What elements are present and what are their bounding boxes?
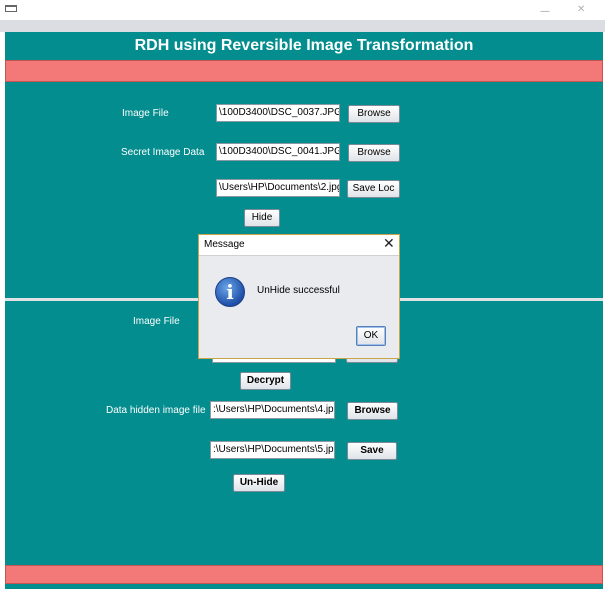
information-icon: i [215,277,245,307]
dialog-title: Message [204,239,245,250]
app-window-icon [5,5,17,12]
image-file-label: Image File [122,108,169,119]
message-dialog: Message ✕ i UnHide successful OK [198,234,400,359]
hide-button[interactable]: Hide [244,209,280,227]
image-file-field[interactable]: \100D3400\DSC_0037.JPG [216,104,340,122]
menu-strip [0,20,605,32]
data-hidden-image-label: Data hidden image file [106,405,206,416]
secret-browse-button[interactable]: Browse [348,144,400,162]
image-browse-button[interactable]: Browse [348,105,400,123]
save-location-field[interactable]: \Users\HP\Documents\2.jpg [216,179,340,197]
dialog-close-icon[interactable]: ✕ [383,236,395,252]
close-icon[interactable]: ✕ [577,4,585,15]
secret-image-label: Secret Image Data [121,147,205,158]
unhide-button[interactable]: Un-Hide [233,474,285,492]
bottom-banner [5,565,603,584]
decrypt-button[interactable]: Decrypt [240,372,291,390]
data-hidden-image-field[interactable]: :\Users\HP\Documents\4.jpg [210,401,335,419]
dialog-message: UnHide successful [257,285,340,296]
dialog-titlebar: Message ✕ [199,235,399,256]
window-titlebar: — ✕ [0,0,605,20]
data-hidden-browse-button[interactable]: Browse [347,402,398,420]
minimize-icon[interactable]: — [540,6,550,17]
save-output-field[interactable]: :\Users\HP\Documents\5.jpg [210,441,335,459]
save-button[interactable]: Save [347,442,397,460]
secret-image-field[interactable]: \100D3400\DSC_0041.JPG [216,143,340,161]
unhide-image-file-label: Image File [133,316,180,327]
top-banner [5,60,603,82]
ok-button[interactable]: OK [356,326,386,346]
page-title: RDH using Reversible Image Transformatio… [134,37,474,54]
save-location-button[interactable]: Save Loc [347,180,400,198]
